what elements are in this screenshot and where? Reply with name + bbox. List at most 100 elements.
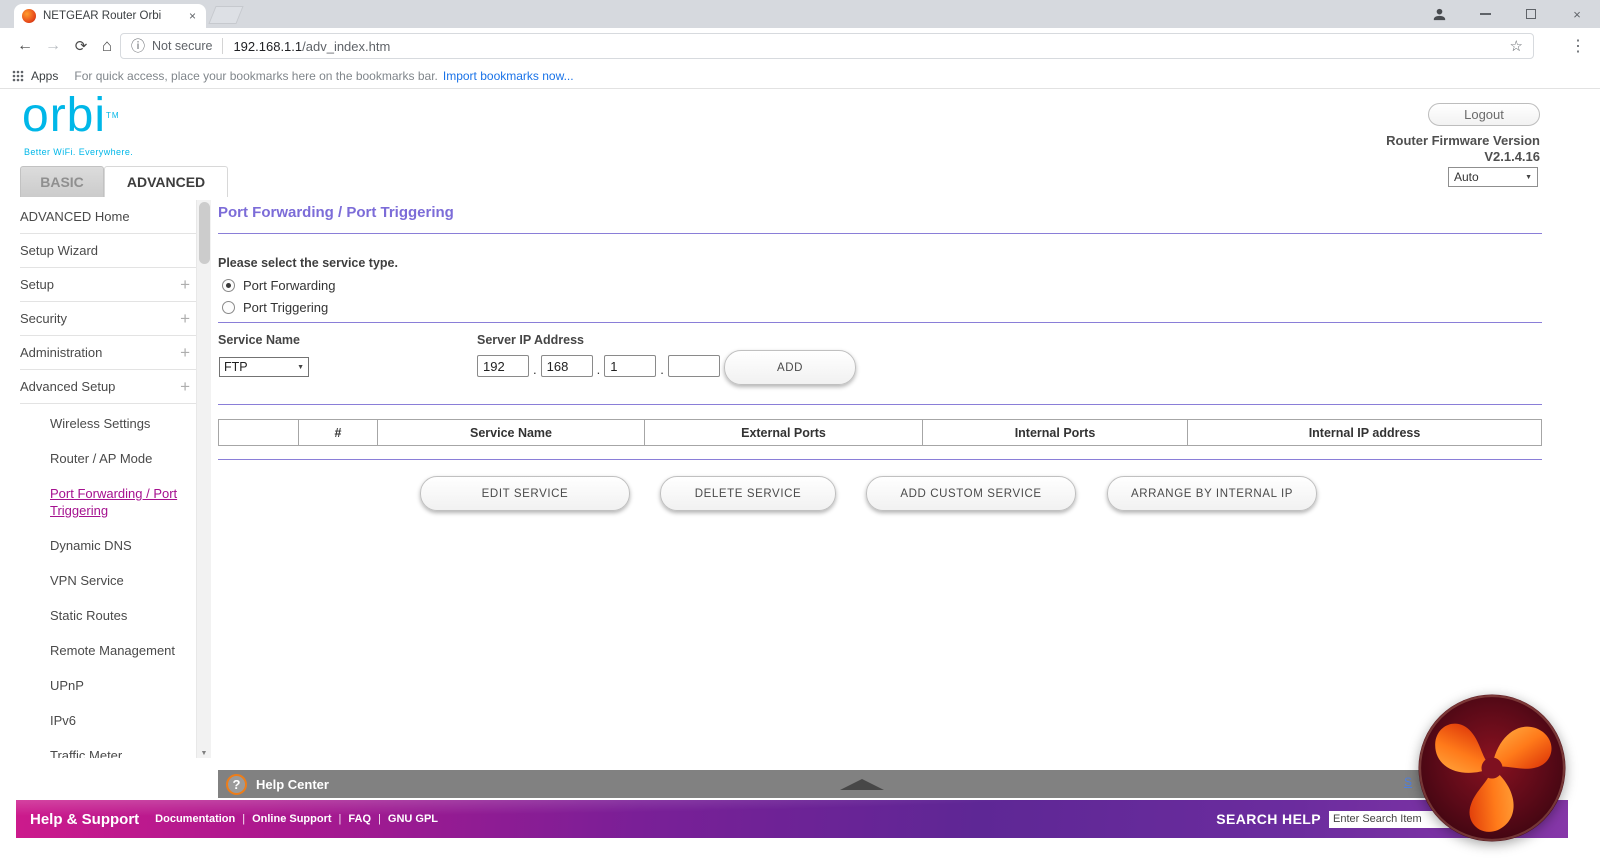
sidebar-subitem-traffic-meter[interactable]: Traffic Meter: [20, 738, 196, 758]
service-selected: FTP: [224, 360, 248, 374]
browser-tab-strip: NETGEAR Router Orbi × ×: [0, 0, 1600, 28]
col-number: #: [299, 420, 378, 445]
col-internal-ports: Internal Ports: [923, 420, 1188, 445]
window-controls: ×: [1416, 0, 1600, 28]
info-icon[interactable]: ⓘ: [131, 36, 145, 56]
sidebar-subitem-ipv6[interactable]: IPv6: [20, 703, 196, 738]
sidebar-item-security[interactable]: Security+: [20, 302, 196, 336]
sidebar-subitem-remote-management[interactable]: Remote Management: [20, 633, 196, 668]
footer-links: Documentation Online Support FAQ GNU GPL: [155, 813, 438, 825]
faq-link[interactable]: FAQ: [348, 813, 387, 825]
home-icon[interactable]: ⌂: [94, 28, 120, 64]
page-title: Port Forwarding / Port Triggering: [218, 204, 454, 221]
ip-dot: .: [660, 362, 664, 377]
kitguru-watermark-logo: [1417, 693, 1567, 843]
tab-title: NETGEAR Router Orbi: [43, 10, 187, 22]
add-button[interactable]: ADD: [724, 350, 856, 385]
browser-menu-icon[interactable]: ⋮: [1564, 28, 1592, 64]
divider: [218, 322, 1542, 323]
sidebar-item-setup-wizard[interactable]: Setup Wizard: [20, 234, 196, 268]
apps-label[interactable]: Apps: [31, 69, 58, 83]
server-ip-label: Server IP Address: [477, 333, 584, 347]
netgear-favicon-icon: [22, 9, 36, 23]
expand-plus-icon[interactable]: +: [180, 377, 190, 397]
address-bar[interactable]: ⓘ Not secure 192.168.1.1 /adv_index.htm …: [120, 33, 1534, 59]
tab-basic[interactable]: BASIC: [20, 166, 104, 197]
ip-octet-4[interactable]: [668, 355, 720, 377]
sidebar-nav: ADVANCED Home Setup Wizard Setup+ Securi…: [20, 200, 196, 758]
scrollbar-thumb[interactable]: [199, 202, 210, 264]
service-type-label: Please select the service type.: [218, 256, 398, 270]
sidebar-scrollbar[interactable]: ▼: [196, 200, 211, 758]
import-bookmarks-link[interactable]: Import bookmarks now...: [443, 69, 574, 83]
url-host: 192.168.1.1: [233, 39, 302, 54]
expand-plus-icon[interactable]: +: [180, 343, 190, 363]
help-center-bar: ? Help Center: [218, 770, 1542, 798]
sidebar-subitem-wireless-settings[interactable]: Wireless Settings: [20, 406, 196, 441]
browser-tab[interactable]: NETGEAR Router Orbi ×: [14, 4, 206, 28]
maximize-button[interactable]: [1508, 0, 1554, 28]
partial-link[interactable]: S: [1404, 775, 1412, 789]
services-table-header: # Service Name External Ports Internal P…: [218, 419, 1542, 446]
sidebar-item-advanced-setup[interactable]: Advanced Setup+: [20, 370, 196, 404]
ip-octet-3[interactable]: [604, 355, 656, 377]
help-center-label: Help Center: [256, 777, 329, 792]
service-name-select[interactable]: FTP ▼: [219, 357, 309, 377]
advanced-setup-submenu: Wireless Settings Router / AP Mode Port …: [20, 404, 196, 758]
new-tab-button[interactable]: [208, 6, 243, 24]
logout-button[interactable]: Logout: [1428, 103, 1540, 126]
security-label: Not secure: [152, 39, 212, 53]
sidebar-subitem-vpn-service[interactable]: VPN Service: [20, 563, 196, 598]
expand-plus-icon[interactable]: +: [180, 275, 190, 295]
delete-service-button[interactable]: DELETE SERVICE: [660, 476, 836, 511]
forward-icon[interactable]: →: [40, 28, 66, 64]
screen: NETGEAR Router Orbi × × ← → ⟳ ⌂ ⓘ Not se…: [0, 0, 1600, 860]
gnu-gpl-link[interactable]: GNU GPL: [388, 813, 438, 825]
tab-advanced[interactable]: ADVANCED: [104, 166, 228, 197]
tab-close-icon[interactable]: ×: [187, 9, 198, 23]
add-custom-service-button[interactable]: ADD CUSTOM SERVICE: [866, 476, 1076, 511]
sidebar-item-setup[interactable]: Setup+: [20, 268, 196, 302]
col-select: [219, 420, 299, 445]
reload-icon[interactable]: ⟳: [68, 28, 94, 64]
ip-octet-2[interactable]: [541, 355, 593, 377]
col-external-ports: External Ports: [645, 420, 923, 445]
sidebar-subitem-static-routes[interactable]: Static Routes: [20, 598, 196, 633]
language-select[interactable]: Auto ▼: [1448, 167, 1538, 187]
bookmark-star-icon[interactable]: ☆: [1510, 37, 1523, 55]
chevron-down-icon: ▼: [297, 364, 304, 371]
brand-tagline: Better WiFi. Everywhere.: [24, 147, 133, 157]
expand-plus-icon[interactable]: +: [180, 309, 190, 329]
documentation-link[interactable]: Documentation: [155, 813, 252, 825]
ip-octet-1[interactable]: [477, 355, 529, 377]
sidebar-subitem-upnp[interactable]: UPnP: [20, 668, 196, 703]
bookmarks-bar: Apps For quick access, place your bookma…: [0, 64, 1600, 89]
bookmarks-hint: For quick access, place your bookmarks h…: [74, 69, 438, 83]
sidebar-item-advanced-home[interactable]: ADVANCED Home: [20, 200, 196, 234]
radio-icon[interactable]: [222, 279, 235, 292]
apps-grid-icon[interactable]: [12, 70, 24, 82]
orbi-logo: orbiTM: [22, 90, 120, 142]
online-support-link[interactable]: Online Support: [252, 813, 348, 825]
edit-service-button[interactable]: EDIT SERVICE: [420, 476, 630, 511]
radio-port-forwarding[interactable]: Port Forwarding: [222, 278, 335, 293]
sidebar-subitem-router-ap-mode[interactable]: Router / AP Mode: [20, 441, 196, 476]
firmware-number: V2.1.4.16: [1386, 149, 1540, 165]
sidebar-item-administration[interactable]: Administration+: [20, 336, 196, 370]
sidebar-subitem-dynamic-dns[interactable]: Dynamic DNS: [20, 528, 196, 563]
radio-port-triggering[interactable]: Port Triggering: [222, 300, 328, 315]
close-window-button[interactable]: ×: [1554, 0, 1600, 28]
help-question-icon[interactable]: ?: [226, 774, 247, 795]
arrange-by-internal-ip-button[interactable]: ARRANGE BY INTERNAL IP: [1107, 476, 1317, 511]
omnibox-divider: [222, 38, 223, 54]
profile-icon[interactable]: [1416, 0, 1462, 28]
trademark: TM: [106, 111, 120, 120]
sidebar-subitem-port-forwarding[interactable]: Port Forwarding / Port Triggering: [20, 476, 196, 528]
back-icon[interactable]: ←: [12, 28, 38, 64]
scrollbar-down-icon[interactable]: ▼: [197, 750, 211, 757]
chevron-down-icon: ▼: [1525, 174, 1532, 181]
collapse-arrow-icon[interactable]: [840, 779, 884, 790]
radio-icon[interactable]: [222, 301, 235, 314]
divider: [218, 233, 1542, 234]
minimize-button[interactable]: [1462, 0, 1508, 28]
